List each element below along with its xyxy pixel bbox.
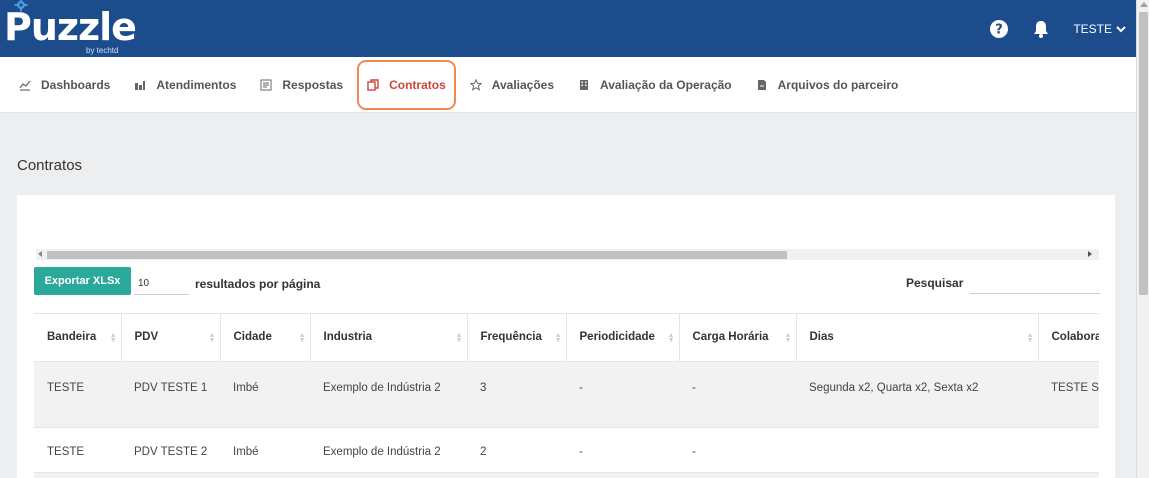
nav-item-arquivos-parceiro[interactable]: Arquivos do parceiro: [756, 69, 899, 101]
chevron-down-icon: [1116, 25, 1126, 32]
logo-subtitle: by techtd: [86, 46, 119, 55]
nav-item-dashboards[interactable]: Dashboards: [19, 69, 110, 101]
nav-label: Atendimentos: [156, 78, 237, 92]
sort-icon: ▲ ▼: [784, 332, 792, 344]
cell-colaborador: TESTE Sup. Sup: [1038, 361, 1099, 428]
cell-cidade: Imbé: [220, 361, 310, 428]
user-menu[interactable]: TESTE: [1073, 22, 1126, 36]
page-size-label: resultados por página: [195, 277, 321, 291]
nav-label: Contratos: [389, 78, 446, 92]
nav-item-avaliacoes[interactable]: Avaliações: [469, 69, 555, 101]
nav-bar: Dashboards Atendimentos Respostas Contra…: [0, 57, 1136, 113]
nav-item-respostas[interactable]: Respostas: [260, 69, 343, 101]
table-row[interactable]: [34, 472, 1099, 478]
cell-bandeira: TESTE: [34, 427, 121, 473]
page-scrollbar[interactable]: [1136, 0, 1149, 478]
gear-icon: [14, 0, 28, 12]
column-header-colaborador[interactable]: Colabora: [1038, 314, 1099, 362]
column-header-periodicidade[interactable]: Periodicidade ▲ ▼: [566, 314, 680, 362]
search-label: Pesquisar: [906, 276, 964, 290]
sort-icon: ▲ ▼: [298, 332, 306, 344]
table-row[interactable]: TESTE PDV TESTE 2 Imbé Exemplo de Indúst…: [34, 427, 1099, 473]
nav-label: Respostas: [282, 78, 344, 92]
column-header-dias[interactable]: Dias ▲ ▼: [796, 314, 1039, 362]
cell-frequencia: 3: [467, 361, 566, 428]
top-bar: Puzzle by techtd ? TESTE: [0, 0, 1136, 57]
table-row[interactable]: TESTE PDV TESTE 1 Imbé Exemplo de Indúst…: [34, 361, 1099, 428]
column-header-bandeira[interactable]: Bandeira ▲ ▼: [34, 314, 122, 362]
page-size-select[interactable]: [134, 273, 189, 295]
copy-icon: [367, 79, 379, 91]
column-header-carga-horaria[interactable]: Carga Horária ▲ ▼: [679, 314, 797, 362]
page-title: Contratos: [17, 157, 83, 174]
cell-industria: Exemplo de Indústria 2: [310, 427, 467, 473]
cell-periodicidade: -: [566, 427, 679, 473]
column-header-industria[interactable]: Industria ▲ ▼: [310, 314, 468, 362]
svg-text:?: ?: [996, 22, 1004, 37]
cell-carga-horaria: -: [679, 361, 796, 428]
bar-chart-icon: [135, 81, 146, 90]
cell-pdv: PDV TESTE 2: [121, 427, 220, 473]
sort-icon: ▲ ▼: [109, 332, 117, 344]
user-name: TESTE: [1073, 21, 1112, 36]
cell-carga-horaria: -: [679, 427, 796, 473]
help-icon[interactable]: ?: [989, 19, 1009, 39]
nav-label: Avaliações: [491, 78, 555, 92]
bell-icon[interactable]: [1031, 19, 1051, 39]
scrollbar-thumb[interactable]: [1139, 12, 1148, 295]
search-input[interactable]: [970, 270, 1100, 294]
column-header-pdv[interactable]: PDV ▲ ▼: [121, 314, 221, 362]
nav-label: Arquivos do parceiro: [777, 78, 899, 92]
building-icon: [580, 80, 589, 90]
cell-dias: [796, 427, 1038, 473]
cell-cidade: Imbé: [220, 427, 310, 473]
column-header-cidade[interactable]: Cidade ▲ ▼: [220, 314, 311, 362]
scroll-up-icon[interactable]: [1140, 2, 1148, 7]
table-hscrollbar[interactable]: [36, 249, 1099, 260]
logo[interactable]: Puzzle by techtd: [4, 0, 137, 55]
cell-dias: Segunda x2, Quarta x2, Sexta x2: [796, 361, 1038, 428]
nav-item-contratos[interactable]: Contratos: [357, 60, 456, 110]
export-xlsx-button[interactable]: Exportar XLSx: [34, 267, 131, 295]
cell-periodicidade: -: [566, 361, 679, 428]
column-header-frequencia[interactable]: Frequência ▲ ▼: [467, 314, 567, 362]
sort-icon: ▲ ▼: [455, 332, 463, 344]
sort-icon: ▲ ▼: [208, 332, 216, 344]
cell-industria: Exemplo de Indústria 2: [310, 361, 467, 428]
cell-colaborador: [1038, 427, 1099, 473]
chart-line-icon: [19, 80, 31, 91]
hscrollbar-thumb[interactable]: [47, 251, 787, 259]
sort-icon: ▲ ▼: [667, 332, 675, 344]
form-icon: [260, 79, 272, 91]
sort-icon: ▲ ▼: [554, 332, 562, 344]
nav-label: Avaliação da Operação: [600, 78, 732, 92]
pdf-file-icon: [757, 80, 766, 90]
star-icon: [469, 79, 482, 91]
nav-item-avaliacao-operacao[interactable]: Avaliação da Operação: [578, 69, 732, 101]
cell-pdv: PDV TESTE 1: [121, 361, 220, 428]
scroll-left-icon[interactable]: [38, 251, 42, 257]
nav-item-atendimentos[interactable]: Atendimentos: [134, 69, 236, 101]
nav-label: Dashboards: [41, 78, 111, 92]
sort-icon: ▲ ▼: [1026, 332, 1034, 344]
cell-bandeira: TESTE: [34, 361, 121, 428]
contracts-table: Bandeira ▲ ▼ PDV ▲ ▼ Cidade ▲ ▼ Industria ▲ ▼ Fr…: [34, 313, 1099, 478]
cell-frequencia: 2: [467, 427, 566, 473]
scroll-right-icon[interactable]: [1088, 251, 1092, 257]
